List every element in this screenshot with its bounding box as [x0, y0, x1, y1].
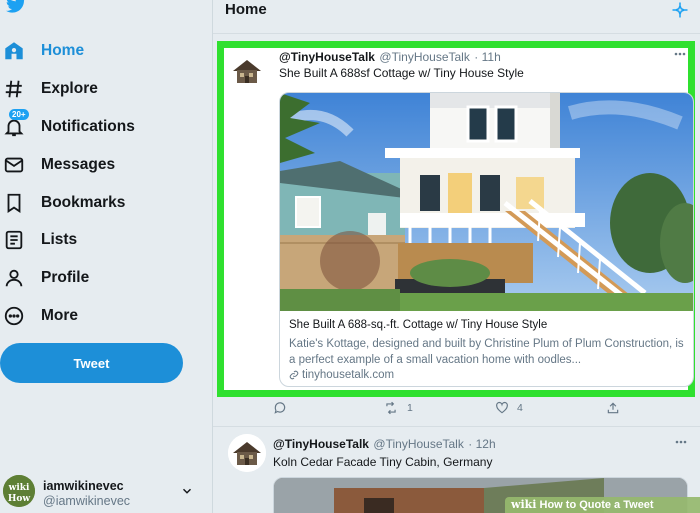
- chevron-down-icon[interactable]: [180, 484, 194, 498]
- sidebar-item-label: Explore: [41, 80, 98, 97]
- link-url: tinyhousetalk.com: [289, 369, 394, 381]
- wikihow-watermark: wiki How to Quote a Tweet: [505, 497, 700, 513]
- notification-badge: 20+: [9, 109, 29, 120]
- person-icon: [2, 266, 26, 290]
- link-description: Katie's Kottage, designed and built by C…: [289, 338, 684, 366]
- retweet-icon: [386, 401, 396, 415]
- list-icon: [2, 228, 26, 252]
- home-icon: [2, 39, 26, 63]
- sidebar-item-label: Profile: [41, 269, 90, 286]
- author-name[interactable]: @TinyHouseTalk: [279, 50, 375, 64]
- hashtag-icon: [2, 77, 26, 101]
- twitter-logo-icon[interactable]: [4, 0, 28, 16]
- envelope-icon: [2, 153, 26, 177]
- link-url-text: tinyhousetalk.com: [302, 369, 395, 381]
- timeline: Home @TinyHouseTalk @TinyHouseTalk · 11h…: [213, 0, 700, 513]
- avatar: wiki How: [3, 475, 35, 507]
- author-handle[interactable]: @TinyHouseTalk: [373, 437, 463, 451]
- author-name[interactable]: @TinyHouseTalk: [273, 437, 369, 451]
- tweet-actions: 1 4: [213, 399, 700, 421]
- avatar[interactable]: [228, 434, 266, 472]
- reply-icon: [274, 402, 286, 414]
- link-title: She Built A 688-sq.-ft. Cottage w/ Tiny …: [289, 319, 548, 331]
- tweet-time[interactable]: · 11h: [474, 50, 500, 64]
- sidebar-item-label: Notifications: [41, 118, 135, 135]
- share-button[interactable]: [606, 401, 620, 415]
- tweet-text: She Built A 688sf Cottage w/ Tiny House …: [279, 66, 524, 80]
- sidebar-item-label: Lists: [41, 231, 78, 248]
- bell-icon: 20+: [2, 109, 29, 139]
- more-options-icon[interactable]: [675, 440, 687, 444]
- link-icon: [289, 370, 299, 380]
- more-circle-icon: [2, 304, 26, 328]
- sidebar-item-label: Bookmarks: [41, 194, 126, 211]
- house-photo: [280, 93, 693, 311]
- avatar[interactable]: [228, 52, 266, 90]
- author-handle[interactable]: @TinyHouseTalk: [379, 50, 469, 64]
- svg-text:How: How: [8, 494, 31, 504]
- account-handle: @iamwikinevec: [43, 494, 131, 508]
- tweet[interactable]: @TinyHouseTalk @TinyHouseTalk · 11h She …: [217, 41, 695, 397]
- account-switcher[interactable]: wiki How iamwikinevec @iamwikinevec: [0, 470, 205, 513]
- sidebar-item-label: Home: [41, 42, 85, 59]
- reply-button[interactable]: [273, 401, 295, 415]
- sparkle-icon[interactable]: [670, 0, 690, 20]
- tweet-header: @TinyHouseTalk @TinyHouseTalk · 12h: [273, 435, 496, 453]
- link-preview-card[interactable]: She Built A 688-sq.-ft. Cottage w/ Tiny …: [279, 92, 694, 387]
- timeline-header: Home: [213, 0, 700, 34]
- share-icon: [607, 402, 619, 414]
- retweet-count: 1: [407, 402, 413, 414]
- watermark-brand: wiki: [511, 498, 537, 511]
- page-title: Home: [225, 1, 267, 18]
- like-count: 4: [517, 402, 523, 414]
- sidebar: Home Explore 20+ Notifications Messages …: [0, 0, 212, 513]
- account-name: iamwikinevec: [43, 479, 124, 493]
- like-button[interactable]: 4: [495, 401, 523, 415]
- tweet-button[interactable]: Tweet: [0, 343, 183, 383]
- bookmark-icon: [2, 191, 26, 215]
- sidebar-item-label: More: [41, 307, 79, 324]
- tweet-time[interactable]: · 12h: [468, 437, 495, 451]
- retweet-button[interactable]: 1: [383, 401, 413, 415]
- tweet-text: Koln Cedar Facade Tiny Cabin, Germany: [273, 455, 493, 469]
- tweet-header: @TinyHouseTalk @TinyHouseTalk · 11h: [279, 48, 501, 66]
- svg-text:wiki: wiki: [8, 483, 30, 493]
- watermark-text: How to Quote a Tweet: [539, 499, 654, 511]
- more-options-icon[interactable]: [674, 52, 686, 56]
- heart-icon: [496, 401, 508, 414]
- sidebar-item-label: Messages: [41, 156, 116, 173]
